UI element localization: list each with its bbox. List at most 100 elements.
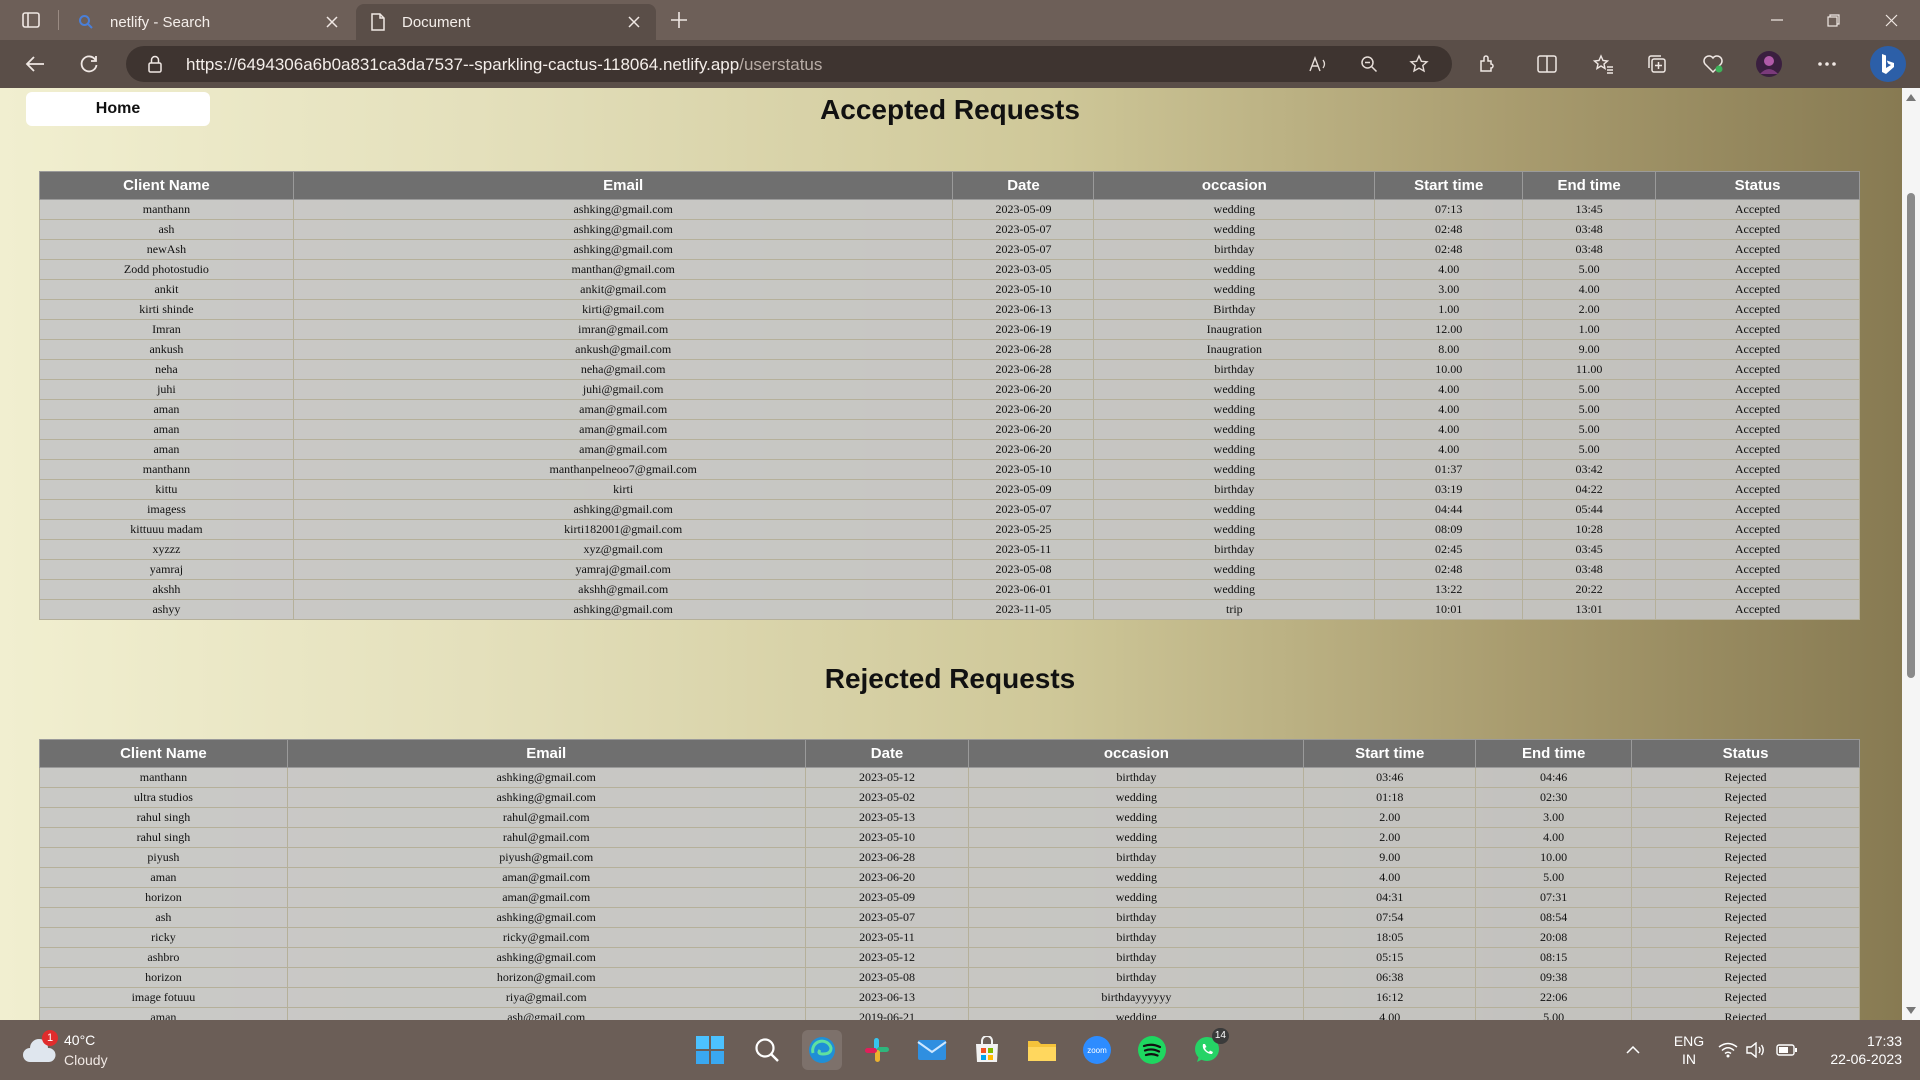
end-time-cell: 13:01 (1522, 599, 1657, 620)
occasion-cell: birthday (968, 967, 1305, 988)
email-cell: kirti182001@gmail.com (292, 519, 954, 540)
favorites-icon[interactable] (1588, 50, 1618, 78)
zoom-icon[interactable]: zoom (1077, 1030, 1117, 1070)
whatsapp-icon[interactable]: 14 (1187, 1028, 1229, 1070)
close-icon[interactable] (322, 12, 342, 32)
table-row: manthann manthanpelneoo7@gmail.com 2023-05… (39, 459, 1860, 480)
system-clock[interactable]: 17:33 22-06-2023 (1812, 1032, 1902, 1068)
table-row: manthann ashking@gmail.com 2023-05-09 weddi… (39, 199, 1860, 220)
occasion-cell: birthday (1093, 479, 1376, 500)
table-row: Zodd photostudio manthan@gmail.com 2023-03… (39, 259, 1860, 280)
window-close-icon[interactable] (1866, 6, 1916, 34)
date-cell: 2023-05-12 (804, 767, 970, 788)
spotify-icon[interactable] (1132, 1030, 1172, 1070)
occasion-cell: wedding (968, 1007, 1305, 1020)
table-row: ash ashking@gmail.com 2023-05-07 wedding 02:… (39, 219, 1860, 240)
date-cell: 2023-03-05 (952, 259, 1095, 280)
search-icon[interactable] (747, 1030, 787, 1070)
email-cell: ankush@gmail.com (292, 339, 954, 360)
collections-icon[interactable] (1642, 50, 1672, 78)
bing-copilot-icon[interactable] (1870, 46, 1906, 82)
table-row: ashyy ashking@gmail.com 2023-11-05 trip 10:0… (39, 599, 1860, 620)
status-cell: Accepted (1655, 339, 1860, 360)
battery-icon[interactable] (1774, 1030, 1800, 1070)
minimize-icon[interactable] (1752, 6, 1802, 34)
date-cell: 2023-06-20 (804, 867, 970, 888)
url-text[interactable]: https://6494306a6b0a831ca3da7537--sparkl… (186, 55, 822, 75)
client-name-cell: aman (39, 439, 294, 460)
start-time-cell: 3.00 (1374, 279, 1524, 300)
email-cell: juhi@gmail.com (292, 379, 954, 400)
column-header-end-time: End time (1475, 739, 1633, 768)
client-name-cell: newAsh (39, 239, 294, 260)
column-header-start-time: Start time (1374, 171, 1524, 200)
windows-start-icon[interactable] (690, 1030, 730, 1070)
new-tab-button[interactable] (664, 8, 694, 32)
weather-widget[interactable]: 1 40°C Cloudy (22, 1030, 172, 1070)
scroll-down-arrow-icon[interactable] (1906, 1007, 1916, 1014)
tab-actions-icon[interactable] (14, 8, 48, 32)
tab-netlify-search[interactable]: netlify - Search (64, 4, 354, 40)
start-time-cell: 2.00 (1303, 827, 1477, 848)
table-row: rahul singh rahul@gmail.com 2023-05-13 wedd… (39, 807, 1860, 828)
end-time-cell: 04:46 (1475, 767, 1633, 788)
split-screen-icon[interactable] (1532, 50, 1562, 78)
zoom-out-icon[interactable] (1356, 52, 1382, 76)
status-cell: Accepted (1655, 199, 1860, 220)
scroll-up-arrow-icon[interactable] (1906, 94, 1916, 101)
email-cell: ashking@gmail.com (292, 599, 954, 620)
mail-icon[interactable] (912, 1030, 952, 1070)
occasion-cell: wedding (1093, 259, 1376, 280)
end-time-cell: 13:45 (1522, 199, 1657, 220)
profile-avatar[interactable] (1754, 50, 1784, 78)
date-cell: 2023-05-11 (952, 539, 1095, 560)
table-row: newAsh ashking@gmail.com 2023-05-07 birthda… (39, 239, 1860, 260)
email-cell: ricky@gmail.com (286, 927, 806, 948)
table-row: xyzzz xyz@gmail.com 2023-05-11 birthday 02:4… (39, 539, 1860, 560)
restore-icon[interactable] (1808, 6, 1858, 34)
client-name-cell: aman (39, 1007, 288, 1020)
address-bar[interactable]: https://6494306a6b0a831ca3da7537--sparkl… (126, 46, 1452, 82)
page-scrollbar[interactable] (1902, 88, 1920, 1020)
client-name-cell: ankit (39, 279, 294, 300)
tab-document[interactable]: Document (356, 4, 656, 40)
occasion-cell: birthdayyyyyy (968, 987, 1305, 1008)
slack-icon[interactable] (857, 1030, 897, 1070)
more-options-icon[interactable] (1812, 50, 1842, 78)
table-row: ashbro ashking@gmail.com 2023-05-12 birthda… (39, 947, 1860, 968)
client-name-cell: piyush (39, 847, 288, 868)
client-name-cell: horizon (39, 967, 288, 988)
lock-icon[interactable] (146, 54, 164, 74)
read-aloud-icon[interactable] (1306, 52, 1332, 76)
start-time-cell: 10:01 (1374, 599, 1524, 620)
table-row: manthann ashking@gmail.com 2023-05-12 birth… (39, 767, 1860, 788)
email-cell: aman@gmail.com (292, 419, 954, 440)
date-cell: 2023-06-28 (804, 847, 970, 868)
browser-essentials-icon[interactable] (1698, 50, 1728, 78)
language-indicator[interactable]: ENG IN (1666, 1032, 1712, 1068)
date-cell: 2023-06-28 (952, 339, 1095, 360)
wifi-icon[interactable] (1716, 1030, 1740, 1070)
table-row: aman aman@gmail.com 2023-06-20 wedding 4.00 5… (39, 867, 1860, 888)
scrollbar-thumb[interactable] (1907, 193, 1915, 678)
start-time-cell: 02:48 (1374, 239, 1524, 260)
back-arrow-icon[interactable] (20, 50, 50, 78)
volume-icon[interactable] (1744, 1030, 1768, 1070)
chevron-up-icon[interactable] (1620, 1030, 1646, 1070)
microsoft-store-icon[interactable] (967, 1030, 1007, 1070)
email-cell: aman@gmail.com (286, 867, 806, 888)
edge-browser-icon[interactable] (802, 1030, 842, 1070)
start-time-cell: 8.00 (1374, 339, 1524, 360)
end-time-cell: 05:44 (1522, 499, 1657, 520)
occasion-cell: Birthday (1093, 299, 1376, 320)
end-time-cell: 02:30 (1475, 787, 1633, 808)
file-explorer-icon[interactable] (1022, 1030, 1062, 1070)
end-time-cell: 1.00 (1522, 319, 1657, 340)
refresh-icon[interactable] (74, 50, 104, 78)
favorite-star-icon[interactable] (1406, 52, 1432, 76)
date-cell: 2023-05-10 (952, 279, 1095, 300)
end-time-cell: 4.00 (1475, 827, 1633, 848)
close-icon[interactable] (624, 12, 644, 32)
start-time-cell: 07:13 (1374, 199, 1524, 220)
extensions-icon[interactable] (1472, 50, 1502, 78)
